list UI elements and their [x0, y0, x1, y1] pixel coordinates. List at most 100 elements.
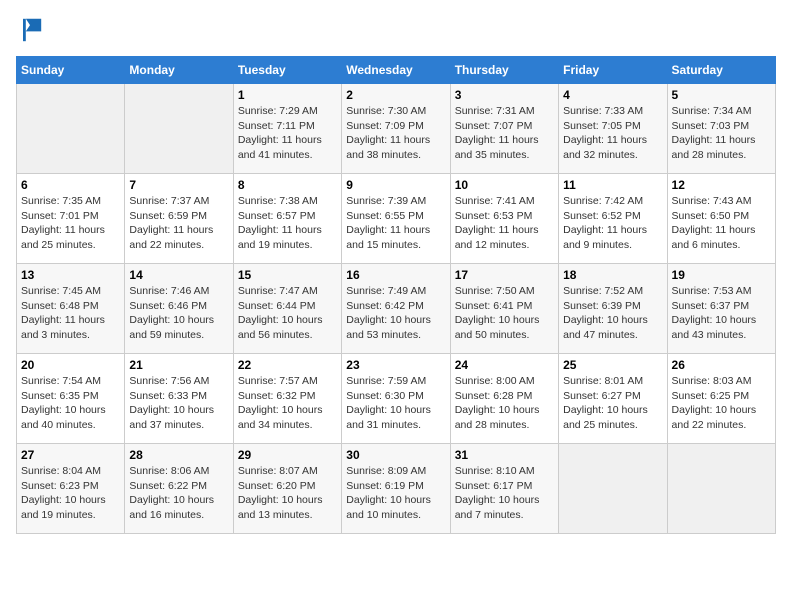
day-number: 5: [672, 88, 771, 102]
day-info: Sunrise: 7:35 AM Sunset: 7:01 PM Dayligh…: [21, 194, 120, 253]
header-day-monday: Monday: [125, 57, 233, 84]
day-info: Sunrise: 8:03 AM Sunset: 6:25 PM Dayligh…: [672, 374, 771, 433]
header-day-thursday: Thursday: [450, 57, 558, 84]
day-number: 3: [455, 88, 554, 102]
day-info: Sunrise: 8:06 AM Sunset: 6:22 PM Dayligh…: [129, 464, 228, 523]
calendar-cell: 24 Sunrise: 8:00 AM Sunset: 6:28 PM Dayli…: [450, 354, 558, 444]
calendar-cell: 26 Sunrise: 8:03 AM Sunset: 6:25 PM Dayli…: [667, 354, 775, 444]
calendar-cell: 1Sunrise: 7:29 AM Sunset: 7:11 PM Daylig…: [233, 84, 341, 174]
day-number: 27: [21, 448, 120, 462]
day-number: 30: [346, 448, 445, 462]
day-info: Sunrise: 7:31 AM Sunset: 7:07 PM Dayligh…: [455, 104, 554, 163]
calendar-cell: 27 Sunrise: 8:04 AM Sunset: 6:23 PM Dayli…: [17, 444, 125, 534]
calendar-cell: 2Sunrise: 7:30 AM Sunset: 7:09 PM Daylig…: [342, 84, 450, 174]
day-info: Sunrise: 7:53 AM Sunset: 6:37 PM Dayligh…: [672, 284, 771, 343]
day-info: Sunrise: 7:38 AM Sunset: 6:57 PM Dayligh…: [238, 194, 337, 253]
calendar-cell: 18 Sunrise: 7:52 AM Sunset: 6:39 PM Dayli…: [559, 264, 667, 354]
day-number: 17: [455, 268, 554, 282]
day-number: 26: [672, 358, 771, 372]
header-day-saturday: Saturday: [667, 57, 775, 84]
header-day-tuesday: Tuesday: [233, 57, 341, 84]
calendar-cell: 20 Sunrise: 7:54 AM Sunset: 6:35 PM Dayli…: [17, 354, 125, 444]
week-row-3: 13 Sunrise: 7:45 AM Sunset: 6:48 PM Dayli…: [17, 264, 776, 354]
day-info: Sunrise: 8:07 AM Sunset: 6:20 PM Dayligh…: [238, 464, 337, 523]
day-number: 28: [129, 448, 228, 462]
week-row-5: 27 Sunrise: 8:04 AM Sunset: 6:23 PM Dayli…: [17, 444, 776, 534]
header-day-sunday: Sunday: [17, 57, 125, 84]
calendar-cell: 17Sunrise: 7:50 AM Sunset: 6:41 PM Dayli…: [450, 264, 558, 354]
day-info: Sunrise: 7:45 AM Sunset: 6:48 PM Dayligh…: [21, 284, 120, 343]
day-info: Sunrise: 7:34 AM Sunset: 7:03 PM Dayligh…: [672, 104, 771, 163]
day-info: Sunrise: 7:29 AM Sunset: 7:11 PM Dayligh…: [238, 104, 337, 163]
calendar-cell: 3 Sunrise: 7:31 AM Sunset: 7:07 PM Daylig…: [450, 84, 558, 174]
day-number: 18: [563, 268, 662, 282]
page-header: [16, 16, 776, 44]
day-number: 9: [346, 178, 445, 192]
calendar-cell: 19 Sunrise: 7:53 AM Sunset: 6:37 PM Dayli…: [667, 264, 775, 354]
calendar-cell: 25Sunrise: 8:01 AM Sunset: 6:27 PM Dayli…: [559, 354, 667, 444]
day-info: Sunrise: 7:52 AM Sunset: 6:39 PM Dayligh…: [563, 284, 662, 343]
day-number: 23: [346, 358, 445, 372]
calendar-cell: 9 Sunrise: 7:39 AM Sunset: 6:55 PM Daylig…: [342, 174, 450, 264]
calendar-cell: 12 Sunrise: 7:43 AM Sunset: 6:50 PM Dayli…: [667, 174, 775, 264]
day-number: 24: [455, 358, 554, 372]
day-info: Sunrise: 7:41 AM Sunset: 6:53 PM Dayligh…: [455, 194, 554, 253]
header-row: SundayMondayTuesdayWednesdayThursdayFrid…: [17, 57, 776, 84]
day-number: 21: [129, 358, 228, 372]
day-info: Sunrise: 7:59 AM Sunset: 6:30 PM Dayligh…: [346, 374, 445, 433]
day-number: 31: [455, 448, 554, 462]
day-info: Sunrise: 7:42 AM Sunset: 6:52 PM Dayligh…: [563, 194, 662, 253]
day-info: Sunrise: 7:47 AM Sunset: 6:44 PM Dayligh…: [238, 284, 337, 343]
day-info: Sunrise: 8:04 AM Sunset: 6:23 PM Dayligh…: [21, 464, 120, 523]
calendar-cell: 10 Sunrise: 7:41 AM Sunset: 6:53 PM Dayli…: [450, 174, 558, 264]
day-info: Sunrise: 8:01 AM Sunset: 6:27 PM Dayligh…: [563, 374, 662, 433]
day-number: 14: [129, 268, 228, 282]
day-number: 6: [21, 178, 120, 192]
day-info: Sunrise: 7:37 AM Sunset: 6:59 PM Dayligh…: [129, 194, 228, 253]
day-info: Sunrise: 7:54 AM Sunset: 6:35 PM Dayligh…: [21, 374, 120, 433]
day-info: Sunrise: 8:00 AM Sunset: 6:28 PM Dayligh…: [455, 374, 554, 433]
week-row-1: 1Sunrise: 7:29 AM Sunset: 7:11 PM Daylig…: [17, 84, 776, 174]
calendar-cell: [667, 444, 775, 534]
header-day-wednesday: Wednesday: [342, 57, 450, 84]
calendar-cell: 30 Sunrise: 8:09 AM Sunset: 6:19 PM Dayli…: [342, 444, 450, 534]
calendar-table: SundayMondayTuesdayWednesdayThursdayFrid…: [16, 56, 776, 534]
day-number: 11: [563, 178, 662, 192]
week-row-2: 6 Sunrise: 7:35 AM Sunset: 7:01 PM Daylig…: [17, 174, 776, 264]
day-info: Sunrise: 7:39 AM Sunset: 6:55 PM Dayligh…: [346, 194, 445, 253]
calendar-body: 1Sunrise: 7:29 AM Sunset: 7:11 PM Daylig…: [17, 84, 776, 534]
day-info: Sunrise: 7:30 AM Sunset: 7:09 PM Dayligh…: [346, 104, 445, 163]
day-number: 19: [672, 268, 771, 282]
calendar-cell: 31Sunrise: 8:10 AM Sunset: 6:17 PM Dayli…: [450, 444, 558, 534]
day-number: 15: [238, 268, 337, 282]
calendar-cell: 21Sunrise: 7:56 AM Sunset: 6:33 PM Dayli…: [125, 354, 233, 444]
day-number: 13: [21, 268, 120, 282]
calendar-cell: 14 Sunrise: 7:46 AM Sunset: 6:46 PM Dayli…: [125, 264, 233, 354]
day-number: 20: [21, 358, 120, 372]
day-info: Sunrise: 7:57 AM Sunset: 6:32 PM Dayligh…: [238, 374, 337, 433]
day-info: Sunrise: 7:46 AM Sunset: 6:46 PM Dayligh…: [129, 284, 228, 343]
calendar-cell: [125, 84, 233, 174]
logo-icon: [16, 16, 44, 44]
day-number: 4: [563, 88, 662, 102]
day-info: Sunrise: 7:49 AM Sunset: 6:42 PM Dayligh…: [346, 284, 445, 343]
calendar-cell: 23 Sunrise: 7:59 AM Sunset: 6:30 PM Dayli…: [342, 354, 450, 444]
day-info: Sunrise: 7:33 AM Sunset: 7:05 PM Dayligh…: [563, 104, 662, 163]
day-info: Sunrise: 7:43 AM Sunset: 6:50 PM Dayligh…: [672, 194, 771, 253]
calendar-header: SundayMondayTuesdayWednesdayThursdayFrid…: [17, 57, 776, 84]
calendar-cell: 29Sunrise: 8:07 AM Sunset: 6:20 PM Dayli…: [233, 444, 341, 534]
calendar-cell: 22 Sunrise: 7:57 AM Sunset: 6:32 PM Dayli…: [233, 354, 341, 444]
calendar-cell: 15 Sunrise: 7:47 AM Sunset: 6:44 PM Dayli…: [233, 264, 341, 354]
day-number: 12: [672, 178, 771, 192]
day-number: 7: [129, 178, 228, 192]
day-number: 22: [238, 358, 337, 372]
calendar-cell: 28 Sunrise: 8:06 AM Sunset: 6:22 PM Dayli…: [125, 444, 233, 534]
day-number: 10: [455, 178, 554, 192]
header-day-friday: Friday: [559, 57, 667, 84]
calendar-cell: [559, 444, 667, 534]
day-number: 8: [238, 178, 337, 192]
week-row-4: 20 Sunrise: 7:54 AM Sunset: 6:35 PM Dayli…: [17, 354, 776, 444]
calendar-cell: 7 Sunrise: 7:37 AM Sunset: 6:59 PM Daylig…: [125, 174, 233, 264]
day-info: Sunrise: 8:09 AM Sunset: 6:19 PM Dayligh…: [346, 464, 445, 523]
calendar-cell: 16Sunrise: 7:49 AM Sunset: 6:42 PM Dayli…: [342, 264, 450, 354]
